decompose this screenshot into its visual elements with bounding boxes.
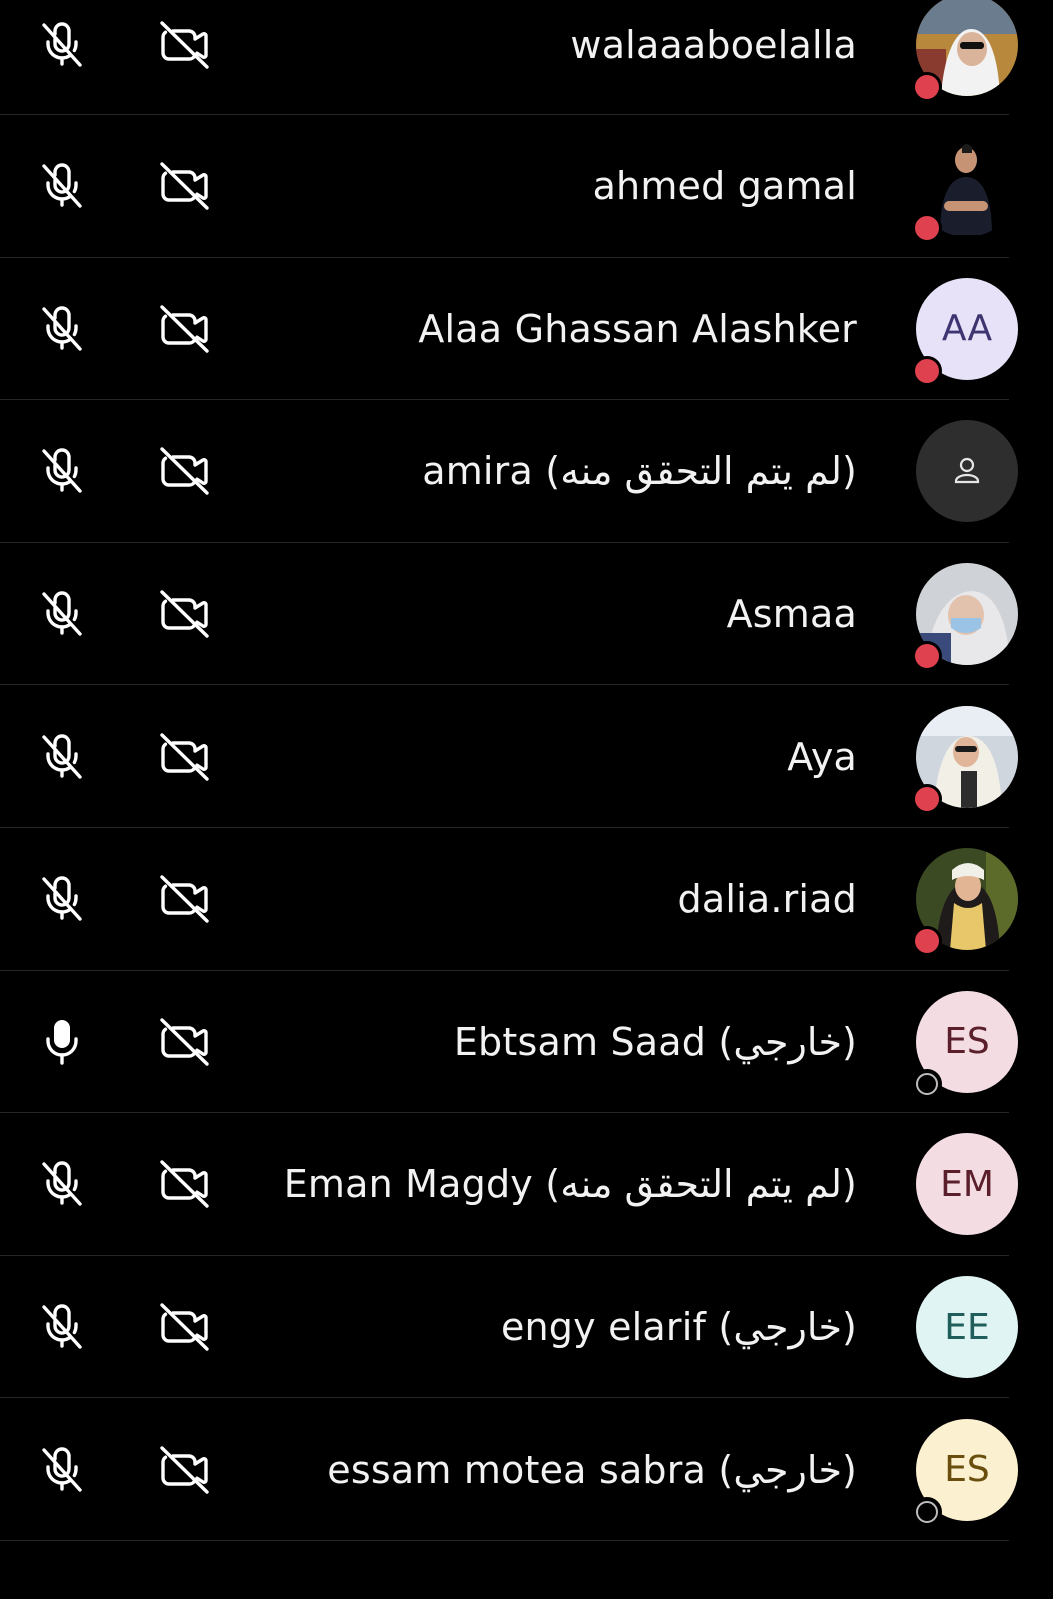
status-busy-badge (912, 926, 942, 957)
status-busy-badge (912, 72, 942, 102)
participant-row[interactable]: ahmed gamal (0, 115, 1053, 258)
participant-name: Ebtsam Saad (خارجي) (453, 1019, 857, 1064)
person-icon (947, 451, 987, 491)
participant-name: amira (لم يتم التحقق منه) (422, 449, 857, 494)
mic-off-icon[interactable] (34, 17, 90, 73)
status-busy-badge (912, 355, 942, 386)
participant-name: Aya (787, 734, 857, 779)
avatar[interactable] (912, 563, 1018, 672)
avatar[interactable] (916, 420, 1018, 523)
camera-off-icon[interactable] (157, 1442, 213, 1498)
participant-row[interactable]: dalia.riad (0, 828, 1053, 971)
mic-off-icon[interactable] (34, 1442, 90, 1498)
participant-name: ahmed gamal (592, 164, 857, 209)
participant-row[interactable]: Eman Magdy (لم يتم التحقق منه) EM (0, 1113, 1053, 1256)
participant-list: walaaaboelalla ahmed gamal Alaa Ghassan … (0, 0, 1053, 1541)
avatar-initials: ES (944, 1449, 990, 1491)
participant-row[interactable]: walaaaboelalla (0, 0, 1053, 115)
participant-row[interactable]: Alaa Ghassan Alashker AA (0, 258, 1053, 401)
avatar[interactable]: ES (912, 990, 1018, 1099)
participant-name: Asmaa (726, 592, 857, 637)
camera-off-icon[interactable] (157, 1156, 213, 1212)
participant-name: Eman Magdy (لم يتم التحقق منه) (283, 1162, 857, 1207)
mic-on-icon[interactable] (34, 1014, 90, 1070)
mic-off-icon[interactable] (34, 158, 90, 214)
participant-row[interactable]: engy elarif (خارجي) EE (0, 1256, 1053, 1399)
camera-off-icon[interactable] (157, 729, 213, 785)
mic-off-icon[interactable] (34, 301, 90, 357)
status-busy-badge (912, 213, 942, 244)
status-away-badge (912, 1068, 942, 1099)
camera-off-icon[interactable] (157, 17, 213, 73)
participant-name: engy elarif (خارجي) (500, 1305, 857, 1350)
participant-row[interactable]: amira (لم يتم التحقق منه) (0, 400, 1053, 543)
camera-off-icon[interactable] (157, 586, 213, 642)
avatar-initials: EM (940, 1163, 994, 1205)
mic-off-icon[interactable] (34, 729, 90, 785)
camera-off-icon[interactable] (157, 443, 213, 499)
camera-off-icon[interactable] (157, 158, 213, 214)
mic-off-icon[interactable] (34, 443, 90, 499)
participant-name: Alaa Ghassan Alashker (418, 306, 857, 351)
camera-off-icon[interactable] (157, 301, 213, 357)
camera-off-icon[interactable] (157, 871, 213, 927)
participant-row[interactable]: essam motea sabra (خارجي) ES (0, 1398, 1053, 1541)
status-busy-badge (912, 641, 942, 672)
avatar[interactable] (912, 848, 1018, 957)
avatar[interactable]: ES (912, 1418, 1018, 1527)
mic-off-icon[interactable] (34, 586, 90, 642)
avatar-initials: ES (944, 1021, 990, 1063)
camera-off-icon[interactable] (157, 1299, 213, 1355)
participant-row[interactable]: Aya (0, 685, 1053, 828)
status-busy-badge (912, 783, 942, 814)
participant-name: essam motea sabra (خارجي) (327, 1447, 857, 1492)
status-away-badge (912, 1496, 942, 1527)
avatar[interactable] (912, 705, 1018, 814)
avatar[interactable]: AA (912, 277, 1018, 386)
avatar-initials: EE (944, 1306, 990, 1348)
participant-name: dalia.riad (677, 877, 857, 922)
mic-off-icon[interactable] (34, 871, 90, 927)
mic-off-icon[interactable] (34, 1299, 90, 1355)
avatar-initials: AA (941, 308, 993, 350)
participant-name: walaaaboelalla (570, 23, 857, 67)
camera-off-icon[interactable] (157, 1014, 213, 1070)
avatar[interactable] (912, 135, 1018, 244)
participant-row[interactable]: Asmaa (0, 543, 1053, 686)
participant-row[interactable]: Ebtsam Saad (خارجي) ES (0, 971, 1053, 1114)
avatar[interactable]: EE (916, 1276, 1018, 1379)
avatar[interactable] (912, 0, 1018, 102)
mic-off-icon[interactable] (34, 1156, 90, 1212)
avatar[interactable]: EM (916, 1133, 1018, 1236)
